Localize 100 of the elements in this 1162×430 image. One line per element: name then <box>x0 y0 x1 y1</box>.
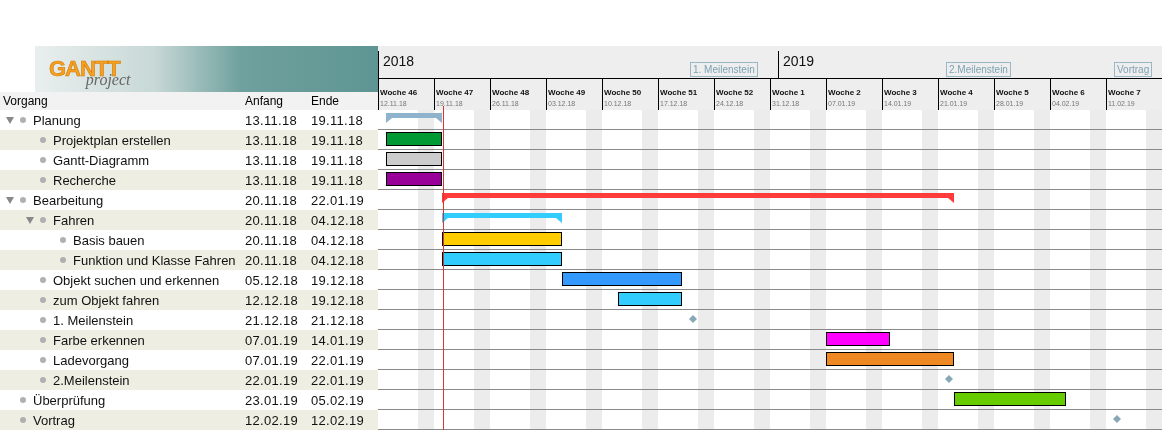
start-date: 13.11.18 <box>245 112 299 128</box>
start-date: 05.12.18 <box>245 272 299 288</box>
end-date: 19.12.18 <box>311 272 365 288</box>
start-date: 12.12.18 <box>245 292 299 308</box>
task-name[interactable]: Funktion und Klasse Fahren <box>73 252 236 268</box>
task-name[interactable]: Bearbeitung <box>33 192 104 208</box>
task-name[interactable]: Fahren <box>53 212 95 228</box>
expand-triangle-icon[interactable] <box>26 216 34 224</box>
end-date: 05.02.19 <box>311 392 365 408</box>
week-label: Woche 6 <box>1052 88 1086 97</box>
milestone-diamond[interactable] <box>945 375 953 383</box>
end-date: 21.12.18 <box>311 312 365 328</box>
week-label: Woche 52 <box>716 88 755 97</box>
bullet-icon <box>20 117 26 123</box>
summary-bar[interactable] <box>442 213 562 223</box>
week-label: Woche 7 <box>1108 88 1142 97</box>
bullet-icon <box>40 337 46 343</box>
milestone-label: 1. Meilenstein <box>690 62 758 77</box>
start-date: 20.11.18 <box>245 232 299 248</box>
week-label: Woche 2 <box>828 88 862 97</box>
task-name[interactable]: Objekt suchen und erkennen <box>53 272 220 288</box>
year-label: 2019 <box>778 51 815 78</box>
year-label: 2018 <box>378 51 415 78</box>
bullet-icon <box>40 177 46 183</box>
task-name[interactable]: Gantt-Diagramm <box>53 152 150 168</box>
milestone-diamond[interactable] <box>689 315 697 323</box>
task-bar[interactable] <box>386 152 442 166</box>
week-label: Woche 49 <box>548 88 587 97</box>
end-date: 04.12.18 <box>311 252 365 268</box>
end-date: 22.01.19 <box>311 372 365 388</box>
week-label: Woche 51 <box>660 88 699 97</box>
task-name[interactable]: Ladevorgang <box>53 352 129 368</box>
start-date: 13.11.18 <box>245 152 299 168</box>
bullet-icon <box>40 277 46 283</box>
expand-triangle-icon[interactable] <box>6 116 14 124</box>
start-date: 21.12.18 <box>245 312 299 328</box>
task-name[interactable]: Recherche <box>53 172 116 188</box>
start-date: 07.01.19 <box>245 352 299 368</box>
start-date: 20.11.18 <box>245 252 299 268</box>
end-date: 04.12.18 <box>311 212 365 228</box>
task-name[interactable]: zum Objekt fahren <box>53 292 160 308</box>
column-header[interactable]: Anfang <box>245 94 311 108</box>
task-bar[interactable] <box>442 232 562 246</box>
task-bar[interactable] <box>386 132 442 146</box>
bullet-icon <box>40 157 46 163</box>
end-date: 22.01.19 <box>311 352 365 368</box>
week-label: Woche 47 <box>436 88 475 97</box>
task-name[interactable]: Farbe erkennen <box>53 332 145 348</box>
start-date: 13.11.18 <box>245 132 299 148</box>
week-label: Woche 5 <box>996 88 1030 97</box>
week-label: Woche 50 <box>604 88 643 97</box>
task-name[interactable]: 2.Meilenstein <box>53 372 130 388</box>
start-date: 22.01.19 <box>245 372 299 388</box>
end-date: 14.01.19 <box>311 332 365 348</box>
task-name[interactable]: Projektplan erstellen <box>53 132 171 148</box>
start-date: 07.01.19 <box>245 332 299 348</box>
summary-bar[interactable] <box>442 193 954 203</box>
column-header[interactable]: Ende <box>311 94 340 108</box>
milestone-diamond[interactable] <box>1113 415 1121 423</box>
task-name[interactable]: 1. Meilenstein <box>53 312 134 328</box>
task-name[interactable]: Überprüfung <box>33 392 106 408</box>
week-label: Woche 1 <box>772 88 806 97</box>
summary-bar[interactable] <box>386 113 442 123</box>
task-name[interactable]: Vortrag <box>33 412 75 428</box>
task-name[interactable]: Basis bauen <box>73 232 145 248</box>
week-label: Woche 3 <box>884 88 918 97</box>
task-bar[interactable] <box>826 332 890 346</box>
end-date: 19.11.18 <box>311 152 365 168</box>
task-bar[interactable] <box>826 352 954 366</box>
start-date: 23.01.19 <box>245 392 299 408</box>
task-bar[interactable] <box>954 392 1066 406</box>
bullet-icon <box>40 357 46 363</box>
expand-triangle-icon[interactable] <box>6 196 14 204</box>
task-name[interactable]: Planung <box>33 112 81 128</box>
task-bar[interactable] <box>442 252 562 266</box>
end-date: 22.01.19 <box>311 192 365 208</box>
bullet-icon <box>40 377 46 383</box>
column-header[interactable]: Vorgang <box>0 94 245 108</box>
bullet-icon <box>40 317 46 323</box>
bullet-icon <box>40 297 46 303</box>
end-date: 19.11.18 <box>311 112 365 128</box>
bullet-icon <box>60 257 66 263</box>
bullet-icon <box>20 397 26 403</box>
bullet-icon <box>20 417 26 423</box>
milestone-label: Vortrag <box>1114 62 1153 77</box>
bullet-icon <box>60 237 66 243</box>
bullet-icon <box>20 197 26 203</box>
task-bar[interactable] <box>562 272 682 286</box>
start-date: 12.02.19 <box>245 412 299 428</box>
week-label: Woche 4 <box>940 88 974 97</box>
start-date: 20.11.18 <box>245 192 299 208</box>
task-bar[interactable] <box>618 292 682 306</box>
end-date: 19.11.18 <box>311 172 365 188</box>
end-date: 19.11.18 <box>311 132 365 148</box>
end-date: 12.02.19 <box>311 412 365 428</box>
start-date: 13.11.18 <box>245 172 299 188</box>
week-label: Woche 46 <box>380 88 419 97</box>
end-date: 04.12.18 <box>311 232 365 248</box>
end-date: 19.12.18 <box>311 292 365 308</box>
milestone-label: 2.Meilenstein <box>946 62 1011 77</box>
